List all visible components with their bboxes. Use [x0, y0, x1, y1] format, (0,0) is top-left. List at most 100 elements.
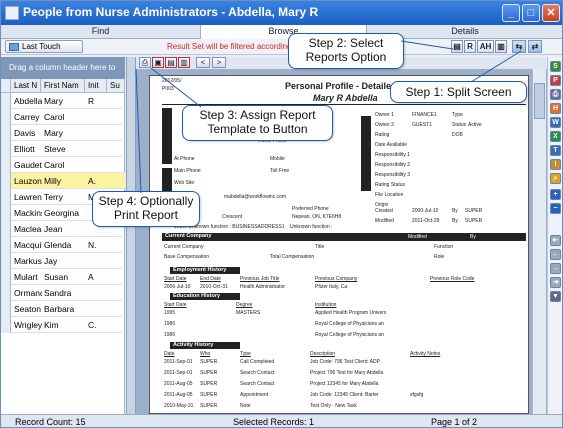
last-page-icon[interactable]: ⇥ — [550, 277, 561, 288]
owner-field-key: DOB — [452, 132, 463, 138]
row-selector[interactable] — [1, 269, 11, 285]
pdf-icon[interactable]: P — [550, 75, 561, 86]
row-selector[interactable] — [1, 237, 11, 253]
tab-find[interactable]: Find — [1, 25, 201, 39]
filter-icon[interactable]: ▼ — [550, 291, 561, 302]
column-header-initial[interactable]: Init — [85, 79, 107, 93]
education-cell: 1986 — [164, 321, 176, 327]
text-icon[interactable]: T — [550, 145, 561, 156]
details-icon[interactable]: ▥ — [495, 40, 507, 53]
previous-page-icon[interactable]: < — [196, 57, 210, 68]
row-selector[interactable] — [1, 189, 11, 205]
excel-icon[interactable]: X — [550, 131, 561, 142]
row-selector[interactable] — [1, 125, 11, 141]
table-row[interactable]: Elliott Steve — [1, 141, 125, 157]
activity-history-icon[interactable]: AH — [477, 40, 494, 53]
table-row[interactable]: Seaton Barbara — [1, 301, 125, 317]
first-page-icon[interactable]: ⇤ — [550, 235, 561, 246]
cell-last-name: Wrigley — [14, 320, 42, 330]
table-row[interactable]: Mulart Susan A — [1, 269, 125, 285]
close-button[interactable]: ✕ — [542, 4, 560, 22]
callout-step1: Step 1: Split Screen — [390, 81, 527, 103]
employment-cell: Health Administrator — [240, 284, 286, 290]
print-preview-icon[interactable]: ⎙ — [550, 89, 561, 100]
row-selector[interactable] — [1, 317, 11, 333]
table-row[interactable]: Ormand Sandra — [1, 285, 125, 301]
row-selector[interactable] — [1, 157, 11, 173]
created-by-label: By — [452, 208, 458, 214]
table-row[interactable]: Abdella Mary R — [1, 93, 125, 109]
row-selector[interactable] — [1, 141, 11, 157]
column-header-suffix[interactable]: Su — [107, 79, 125, 93]
owner-field-label: Rating — [375, 132, 390, 138]
last-touch-label: Last Touch — [22, 42, 61, 51]
unknown-function: Unknown function : — [290, 224, 333, 230]
company-field-4: Base Compensation — [164, 254, 210, 260]
next-page-side-icon[interactable]: → — [550, 263, 561, 274]
column-header-first-name[interactable]: First Nam — [41, 79, 85, 93]
row-selector[interactable] — [1, 173, 11, 189]
report-template-2-icon[interactable]: ▤ — [165, 57, 177, 68]
table-row[interactable]: Lauzon Milly A. — [1, 173, 125, 189]
row-selector[interactable] — [1, 221, 11, 237]
split-screen-icon[interactable]: ⇆ — [512, 40, 526, 53]
cell-first-name: Sandra — [44, 288, 72, 298]
table-row[interactable]: Gaudet Carol — [1, 157, 125, 173]
maximize-button[interactable]: □ — [522, 4, 540, 22]
cell-first-name: Georgina — [44, 208, 79, 218]
education-cell: Royal College of Physicians an — [315, 332, 384, 338]
company-field-3: Function — [434, 244, 454, 250]
company-modified-label: Modified — [408, 234, 427, 240]
cell-first-name: Jean — [44, 224, 63, 234]
reports-icon[interactable]: R — [464, 40, 476, 53]
toolbar: Last Touch Result Set will be filtered a… — [1, 39, 562, 55]
modified-by: SUPER — [465, 218, 483, 224]
word-icon[interactable]: W — [550, 117, 561, 128]
print-icon[interactable]: ⎙ — [139, 57, 151, 68]
save-icon[interactable]: S — [550, 61, 561, 72]
education-cell: 1995 — [164, 310, 176, 316]
company-field-5: Total Compensation — [270, 254, 315, 260]
table-row[interactable]: Wrigley Kim C. — [1, 317, 125, 333]
table-row[interactable]: Davis Mary — [1, 125, 125, 141]
minimize-button[interactable]: _ — [502, 4, 520, 22]
last-touch-button[interactable]: Last Touch — [5, 40, 83, 53]
report-scrollbar[interactable] — [532, 69, 546, 414]
owner-field-label: File Location — [375, 192, 404, 198]
column-header-last-name[interactable]: Last N — [11, 79, 41, 93]
row-selector[interactable] — [1, 285, 11, 301]
owner-field-key: Type — [452, 112, 463, 118]
report-template-icon[interactable]: ▣ — [152, 57, 164, 68]
search-icon[interactable]: ⌕ — [550, 173, 561, 184]
table-row[interactable]: MarkussenJay — [1, 253, 125, 269]
table-row[interactable]: MacquillGlenda N. — [1, 237, 125, 253]
created-by: SUPER — [465, 208, 483, 214]
zoom-out-icon[interactable]: − — [550, 203, 561, 214]
prev-page-icon[interactable]: ← — [550, 249, 561, 260]
split-divider[interactable] — [126, 57, 136, 414]
education-cell: Applied Health Program Univers — [315, 310, 387, 316]
swap-panes-icon[interactable]: ⇄ — [528, 40, 542, 53]
activity-column-header: Date — [164, 351, 175, 357]
image-icon[interactable]: I — [550, 159, 561, 170]
row-selector[interactable] — [1, 93, 11, 109]
owner-field-label: Date Available — [375, 142, 407, 148]
html-icon[interactable]: H — [550, 103, 561, 114]
app-window: People from Nurse Administrators - Abdel… — [0, 0, 563, 428]
row-selector[interactable] — [1, 205, 11, 221]
row-selector[interactable] — [1, 301, 11, 317]
owner-field-extra: Active — [468, 122, 482, 128]
next-page-icon[interactable]: > — [212, 57, 226, 68]
report-list-icon[interactable]: ▤ — [451, 40, 463, 53]
group-by-area[interactable]: Drag a column header here to — [1, 57, 125, 79]
scrollbar-thumb[interactable] — [534, 83, 545, 119]
education-cell: Royal College of Physicians an — [315, 321, 384, 327]
cell-initial: A. — [88, 176, 97, 186]
table-row[interactable]: Carrey Carol — [1, 109, 125, 125]
row-selector[interactable] — [1, 109, 11, 125]
activity-column-header: Activity Notes — [410, 351, 441, 357]
row-selector[interactable] — [1, 253, 11, 269]
zoom-in-icon[interactable]: + — [550, 189, 561, 200]
report-template-3-icon[interactable]: ▥ — [178, 57, 190, 68]
cell-first-name: Steve — [44, 144, 66, 154]
